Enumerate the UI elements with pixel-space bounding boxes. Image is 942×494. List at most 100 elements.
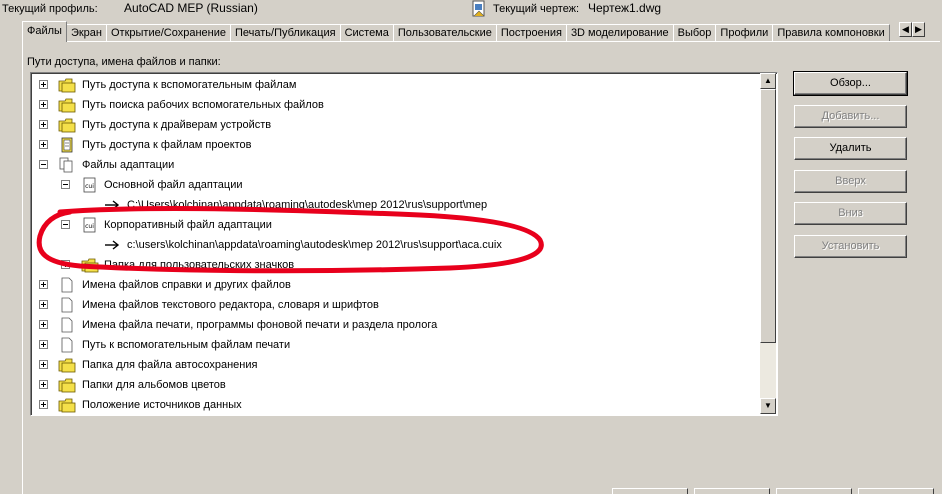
tab-files[interactable]: Файлы — [22, 21, 67, 42]
tab-selection[interactable]: Выбор — [672, 24, 717, 42]
collapse-icon[interactable] — [61, 180, 70, 189]
tree-item-support-file-path[interactable]: Путь доступа к вспомогательным файлам — [31, 75, 761, 95]
tab-user-preferences[interactable]: Пользовательские — [392, 24, 497, 42]
files-tree[interactable]: Путь доступа к вспомогательным файлам Пу… — [30, 72, 778, 416]
tab-open-save[interactable]: Открытие/Сохранение — [105, 24, 231, 42]
expand-icon[interactable] — [39, 80, 48, 89]
expand-icon[interactable] — [61, 260, 70, 269]
expand-icon[interactable] — [39, 380, 48, 389]
tree-item-label: C:\Users\kolchinan\appdata\roaming\autod… — [127, 199, 488, 211]
tree-item-label: Путь к вспомогательным файлам печати — [82, 339, 291, 351]
tree-item-label: Путь поиска рабочих вспомогательных файл… — [82, 99, 324, 111]
scroll-up-arrow-icon[interactable]: ▲ — [760, 73, 776, 89]
dialog-button[interactable] — [612, 488, 688, 494]
tree-item-label: Имена файлов справки и других файлов — [82, 279, 291, 291]
folder-icon — [58, 378, 76, 393]
current-profile-value: AutoCAD MEP (Russian) — [124, 1, 258, 15]
tab-strip: Файлы Экран Открытие/Сохранение Печать/П… — [22, 21, 918, 42]
tab-3d-modeling[interactable]: 3D моделирование — [565, 24, 674, 42]
remove-button[interactable]: Удалить — [794, 137, 907, 160]
tree-item-enterprise-cui-path[interactable]: c:\users\kolchinan\appdata\roaming\autod… — [31, 235, 761, 255]
collapse-icon[interactable] — [39, 160, 48, 169]
current-profile-label: Текущий профиль: — [2, 3, 98, 15]
tree-item-text-editor-files[interactable]: Имена файлов текстового редактора, слова… — [31, 295, 761, 315]
folder-icon — [81, 258, 99, 273]
tab-drafting[interactable]: Построения — [495, 24, 567, 42]
folder-icon — [58, 118, 76, 133]
tree-item-label: Путь доступа к вспомогательным файлам — [82, 79, 297, 91]
arrow-icon — [105, 240, 120, 250]
cui-icon: cui — [83, 177, 96, 193]
tree-vertical-scrollbar[interactable]: ▲ ▼ — [760, 73, 776, 414]
browse-button[interactable]: Обзор... — [793, 71, 908, 96]
file-icon — [61, 317, 73, 333]
scroll-thumb[interactable] — [760, 89, 776, 343]
move-down-button[interactable]: Вниз — [794, 202, 907, 225]
tab-scroll-left-button[interactable]: ◀ — [899, 22, 912, 37]
expand-icon[interactable] — [39, 360, 48, 369]
cui-icon: cui — [83, 217, 96, 233]
drawing-file-icon — [472, 0, 485, 17]
tree-item-label: Файлы адаптации — [82, 159, 175, 171]
expand-icon[interactable] — [39, 320, 48, 329]
tab-system[interactable]: Система — [339, 24, 394, 42]
tree-item-label: Имена файлов текстового редактора, слова… — [82, 299, 379, 311]
dialog-button[interactable] — [858, 488, 934, 494]
tab-profiles[interactable]: Профили — [715, 24, 774, 42]
move-up-button[interactable]: Вверх — [794, 170, 907, 193]
tree-item-label: Основной файл адаптации — [104, 179, 243, 191]
expand-icon[interactable] — [39, 340, 48, 349]
tab-display[interactable]: Экран — [65, 24, 107, 42]
tree-item-label: Папка для файла автосохранения — [82, 359, 258, 371]
file-icon — [61, 277, 73, 293]
current-drawing-label: Текущий чертеж: — [493, 3, 580, 15]
tree-item-label: Папки для альбомов цветов — [82, 379, 226, 391]
tree-item-print-file-names[interactable]: Имена файла печати, программы фоновой пе… — [31, 315, 761, 335]
tree-item-device-driver-path[interactable]: Путь доступа к драйверам устройств — [31, 115, 761, 135]
expand-icon[interactable] — [39, 400, 48, 409]
expand-icon[interactable] — [39, 300, 48, 309]
tree-item-autosave-folder[interactable]: Папка для файла автосохранения — [31, 355, 761, 375]
tree-item-label: Положение источников данных — [82, 399, 242, 411]
tree-item-main-customization-file[interactable]: cui Основной файл адаптации — [31, 175, 761, 195]
tree-item-label: c:\users\kolchinan\appdata\roaming\autod… — [127, 239, 502, 251]
expand-icon[interactable] — [39, 100, 48, 109]
svg-text:cui: cui — [85, 183, 94, 190]
profile-bar: Текущий профиль: AutoCAD MEP (Russian) Т… — [0, 0, 942, 20]
tab-plot-publish[interactable]: Печать/Публикация — [229, 24, 341, 42]
add-button[interactable]: Добавить... — [794, 105, 907, 128]
set-current-button[interactable]: Установить — [794, 235, 907, 258]
arrow-icon — [105, 200, 120, 210]
tree-item-color-book-folders[interactable]: Папки для альбомов цветов — [31, 375, 761, 395]
tree-item-label: Путь доступа к драйверам устройств — [82, 119, 272, 131]
tree-item-main-cui-path[interactable]: C:\Users\kolchinan\appdata\roaming\autod… — [31, 195, 761, 215]
tree-item-enterprise-customization-file[interactable]: cui Корпоративный файл адаптации — [31, 215, 761, 235]
files-icon — [59, 157, 73, 173]
folder-icon — [58, 78, 76, 93]
folder-icon — [58, 398, 76, 413]
tab-scroll-right-button[interactable]: ▶ — [912, 22, 925, 37]
tree-item-customization-files[interactable]: Файлы адаптации — [31, 155, 761, 175]
tree-item-working-support-path[interactable]: Путь поиска рабочих вспомогательных файл… — [31, 95, 761, 115]
expand-icon[interactable] — [39, 280, 48, 289]
dialog-button[interactable] — [694, 488, 770, 494]
tab-layout-rules[interactable]: Правила компоновки — [772, 24, 890, 42]
tree-item-label: Корпоративный файл адаптации — [104, 219, 272, 231]
tree-item-printer-support-path[interactable]: Путь к вспомогательным файлам печати — [31, 335, 761, 355]
svg-text:cui: cui — [85, 223, 94, 230]
tree-item-label: Имена файла печати, программы фоновой пе… — [82, 319, 438, 331]
expand-icon[interactable] — [39, 140, 48, 149]
scroll-down-arrow-icon[interactable]: ▼ — [760, 398, 776, 414]
search-paths-label: Пути доступа, имена файлов и папки: — [27, 56, 221, 68]
dialog-button[interactable] — [776, 488, 852, 494]
tree-item-help-file-names[interactable]: Имена файлов справки и других файлов — [31, 275, 761, 295]
folder-icon — [58, 358, 76, 373]
tree-item-label: Папка для пользовательских значков — [104, 259, 295, 271]
file-icon — [61, 297, 73, 313]
project-icon — [61, 137, 73, 153]
expand-icon[interactable] — [39, 120, 48, 129]
tree-item-project-files-path[interactable]: Путь доступа к файлам проектов — [31, 135, 761, 155]
tree-item-custom-icons-folder[interactable]: Папка для пользовательских значков — [31, 255, 761, 275]
tree-item-data-sources-location[interactable]: Положение источников данных — [31, 395, 761, 415]
collapse-icon[interactable] — [61, 220, 70, 229]
